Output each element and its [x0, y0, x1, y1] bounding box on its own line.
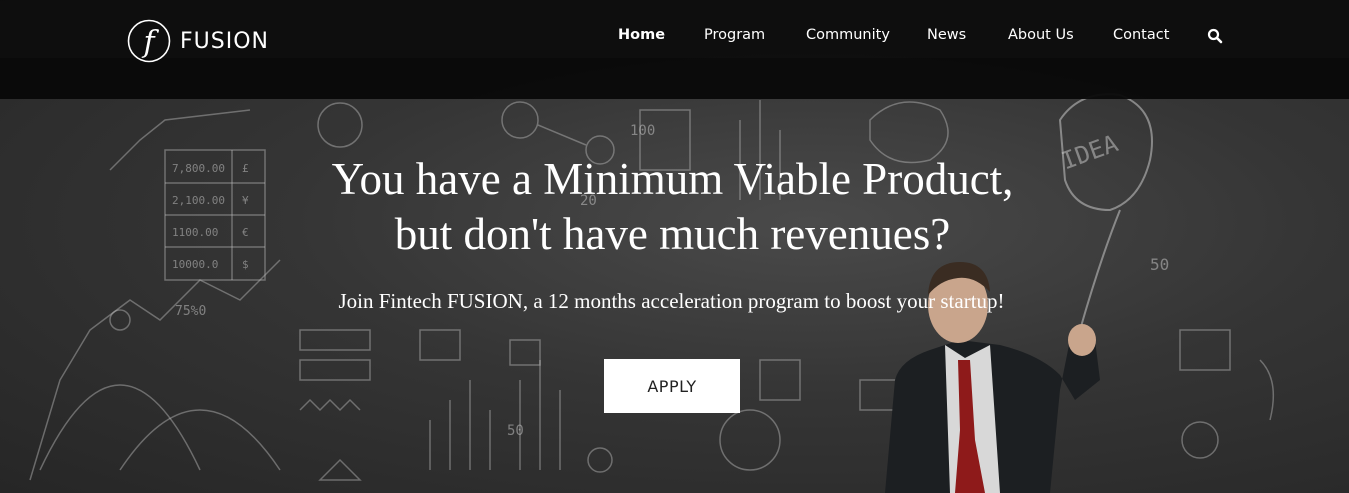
hero-headline: You have a Minimum Viable Product, but d…: [0, 152, 1345, 262]
search-icon[interactable]: [1207, 28, 1223, 44]
nav-item-about-us[interactable]: About Us: [1008, 27, 1074, 43]
nav-item-community[interactable]: Community: [806, 27, 890, 43]
headline-line: but don't have much revenues?: [394, 209, 951, 259]
bg-text: 50: [507, 423, 524, 439]
nav-item-contact[interactable]: Contact: [1113, 27, 1169, 43]
apply-button[interactable]: APPLY: [604, 359, 740, 413]
navbar-bottom-strip: [0, 58, 1349, 99]
headline-line: You have a Minimum Viable Product,: [331, 154, 1014, 204]
hero-subheadline: Join Fintech FUSION, a 12 months acceler…: [338, 289, 1005, 313]
nav-item-program[interactable]: Program: [704, 27, 765, 43]
main-nav: Home Program Community News About Us Con…: [0, 27, 1349, 47]
nav-item-home[interactable]: Home: [618, 27, 665, 43]
bg-text: 100: [630, 123, 655, 139]
nav-item-news[interactable]: News: [927, 27, 966, 43]
top-navbar: f FUSION Home Program Community News Abo…: [0, 0, 1349, 99]
